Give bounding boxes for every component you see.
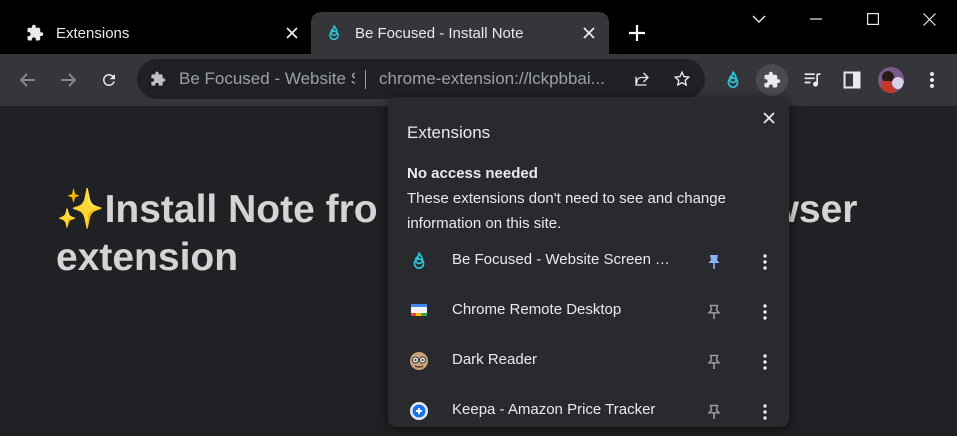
puzzle-icon — [26, 24, 44, 42]
back-button[interactable] — [12, 64, 44, 96]
address-bar[interactable]: Be Focused - Website S chrome-extension:… — [137, 59, 705, 99]
profile-button[interactable] — [875, 64, 907, 96]
arrow-right-icon — [61, 73, 77, 87]
window-close-button[interactable] — [900, 0, 957, 38]
pin-outline-icon[interactable] — [703, 401, 725, 423]
tab-be-focused[interactable]: Be Focused - Install Note — [311, 12, 609, 54]
pin-outline-icon[interactable] — [703, 351, 725, 373]
side-panel-button[interactable] — [836, 64, 868, 96]
pin-outline-icon[interactable] — [703, 301, 725, 323]
kebab-menu-icon — [930, 72, 934, 88]
keepa-icon — [408, 400, 430, 422]
extension-name: Dark Reader — [452, 351, 538, 368]
forward-button[interactable] — [52, 64, 84, 96]
flame-icon — [727, 71, 739, 88]
close-tab-icon[interactable] — [282, 23, 302, 43]
tab-title: Be Focused - Install Note — [355, 24, 524, 42]
minimize-icon — [810, 18, 822, 20]
tab-title: Extensions — [56, 24, 130, 42]
dark-reader-icon — [408, 350, 430, 372]
puzzle-icon — [149, 70, 167, 88]
minimize-button[interactable] — [787, 0, 845, 38]
pin-filled-icon[interactable] — [703, 251, 725, 273]
extension-name: Be Focused - Website Screen Ti... — [452, 251, 674, 268]
extension-row-dark-reader[interactable]: Dark Reader — [388, 336, 789, 386]
close-popup-button[interactable] — [760, 109, 778, 127]
flame-icon — [408, 250, 430, 272]
maximize-button[interactable] — [844, 0, 902, 38]
side-panel-icon — [843, 71, 861, 89]
share-icon[interactable] — [630, 67, 654, 91]
extension-name: Chrome Remote Desktop — [452, 301, 622, 318]
more-options-icon[interactable] — [754, 301, 776, 323]
extension-name: Keepa - Amazon Price Tracker — [452, 401, 656, 418]
bookmark-star-icon[interactable] — [670, 67, 694, 91]
arrow-left-icon — [19, 73, 35, 87]
new-tab-button[interactable] — [624, 20, 650, 46]
site-name: Be Focused - Website S — [179, 69, 355, 88]
sparkles-icon: ✨ — [56, 188, 105, 231]
section-title: No access needed — [407, 165, 538, 182]
url-text[interactable]: chrome-extension://lckpbbai... — [379, 69, 615, 89]
tab-search-button[interactable] — [730, 0, 788, 38]
media-controls-button[interactable] — [797, 64, 829, 96]
remote-desktop-icon — [408, 300, 430, 322]
reload-button[interactable] — [93, 64, 125, 96]
close-tab-icon[interactable] — [579, 23, 599, 43]
close-icon — [763, 112, 775, 124]
extension-row-chrome-remote-desktop[interactable]: Chrome Remote Desktop — [388, 286, 789, 336]
extensions-popup: Extensions No access needed These extens… — [388, 97, 789, 427]
flame-icon — [325, 24, 343, 42]
extension-row-be-focused[interactable]: Be Focused - Website Screen Ti... — [388, 236, 789, 286]
chevron-down-icon — [752, 15, 766, 23]
more-options-icon[interactable] — [754, 351, 776, 373]
plus-icon — [629, 25, 645, 41]
heading-line1-left: Install Note fro — [104, 188, 378, 231]
be-focused-extension-button[interactable] — [717, 64, 749, 96]
section-description: These extensions don't need to see and c… — [407, 190, 726, 232]
puzzle-icon — [764, 71, 781, 88]
more-options-icon[interactable] — [754, 251, 776, 273]
extensions-menu-button[interactable] — [756, 64, 788, 96]
chrome-menu-button[interactable] — [916, 64, 948, 96]
tab-extensions[interactable]: Extensions — [12, 12, 312, 54]
tab-strip: Extensions Be Focused - Install Note — [0, 0, 957, 54]
omnibox-divider — [365, 70, 366, 89]
playlist-music-icon — [804, 73, 821, 87]
reload-icon — [102, 73, 115, 86]
more-options-icon[interactable] — [754, 401, 776, 423]
popup-title: Extensions — [407, 123, 491, 142]
heading-line2: extension — [56, 236, 239, 279]
close-icon — [922, 12, 936, 26]
extension-row-keepa[interactable]: Keepa - Amazon Price Tracker — [388, 386, 789, 436]
maximize-icon — [867, 13, 879, 25]
avatar — [878, 67, 904, 93]
